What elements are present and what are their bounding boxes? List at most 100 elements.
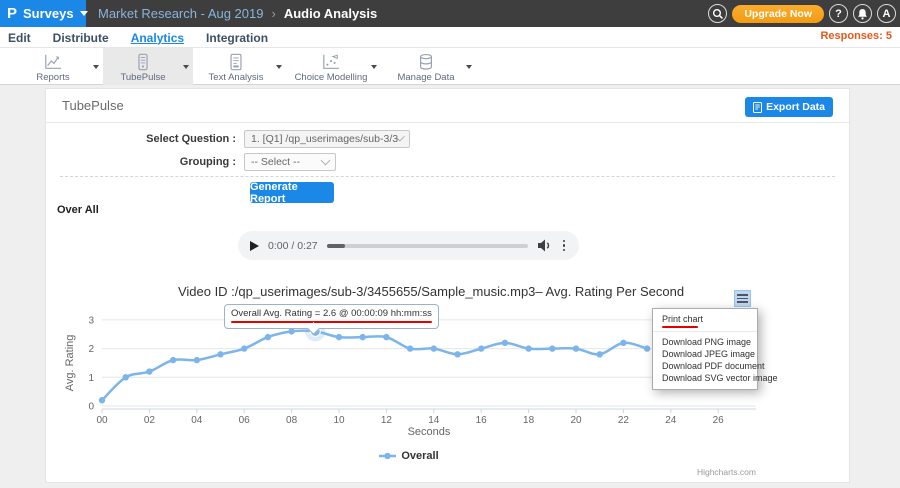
svg-text:06: 06 (239, 415, 251, 426)
bell-icon (857, 8, 868, 20)
chart-tooltip-text: Overall Avg. Rating = 2.6 @ 00:00:09 hh:… (231, 308, 432, 319)
tubepulse-panel: TubePulse Export Data Select Question : … (45, 88, 850, 483)
breadcrumb-separator: › (271, 6, 275, 21)
export-data-button[interactable]: Export Data (745, 97, 833, 117)
svg-text:14: 14 (428, 415, 440, 426)
toolbar-label: Text Analysis (209, 72, 264, 83)
svg-text:3: 3 (88, 315, 94, 326)
toolbar-item-choice-modelling[interactable]: Choice Modelling (291, 48, 381, 85)
toolbar-item-reports[interactable]: Reports (13, 48, 103, 85)
toolbar-item-manage-data[interactable]: Manage Data (386, 48, 476, 85)
caret-down-icon (276, 65, 282, 69)
database-icon (417, 53, 435, 71)
menu-item-analytics[interactable]: Analytics (131, 31, 184, 45)
search-button[interactable] (708, 4, 727, 23)
survey-menubar: Edit Distribute Analytics Integration Re… (0, 27, 900, 48)
menu-item-integration[interactable]: Integration (206, 31, 268, 45)
toolbar-item-tubepulse[interactable]: TubePulse (103, 48, 193, 85)
svg-text:18: 18 (523, 415, 535, 426)
play-button[interactable] (250, 241, 259, 251)
red-annotation-underline (231, 321, 432, 324)
highcharts-credits[interactable]: Highcharts.com (61, 467, 756, 477)
line-chart-icon (43, 53, 63, 71)
question-row: Select Question : 1. [Q1] /qp_userimages… (46, 130, 410, 148)
questionpro-logo-icon: P (7, 6, 17, 21)
svg-text:Avg. Rating: Avg. Rating (64, 335, 76, 392)
header-actions: Upgrade Now ? A (708, 0, 896, 27)
scatter-chart-icon (321, 53, 341, 71)
grouping-label: Grouping : (46, 153, 236, 171)
text-document-icon (227, 53, 245, 71)
svg-text:04: 04 (191, 415, 203, 426)
menu-item-distribute[interactable]: Distribute (53, 31, 109, 45)
top-header-bar: P Surveys Market Research - Aug 2019 › A… (0, 0, 900, 27)
responses-count-badge[interactable]: Responses: 5 (820, 30, 892, 42)
select-question-label: Select Question : (46, 130, 236, 148)
toolbar-label: Manage Data (397, 72, 454, 83)
svg-text:20: 20 (570, 415, 582, 426)
svg-text:10: 10 (333, 415, 345, 426)
svg-text:12: 12 (381, 415, 393, 426)
menu-divider (653, 331, 757, 332)
page-title: Audio Analysis (284, 6, 377, 21)
breadcrumb: Market Research - Aug 2019 › Audio Analy… (98, 0, 377, 27)
product-switcher[interactable]: P Surveys (0, 0, 86, 27)
context-menu-item[interactable]: Print chart (653, 313, 757, 325)
upgrade-now-button[interactable]: Upgrade Now (732, 5, 824, 23)
grouping-select[interactable]: -- Select -- (244, 153, 336, 171)
svg-text:Seconds: Seconds (408, 426, 451, 438)
chart-context-menu-button[interactable] (734, 290, 751, 307)
chevron-down-icon (321, 156, 331, 166)
svg-text:08: 08 (286, 415, 298, 426)
svg-text:02: 02 (144, 415, 156, 426)
product-label: Surveys (23, 6, 74, 21)
audio-player: 0:00 / 0:27 (238, 231, 579, 260)
svg-text:24: 24 (665, 415, 677, 426)
export-data-label: Export Data (766, 101, 825, 113)
generate-report-button[interactable]: Generate Report (250, 182, 334, 203)
player-time: 0:00 / 0:27 (268, 240, 318, 252)
form-divider (60, 176, 835, 177)
red-annotation-underline (662, 326, 698, 328)
caret-down-icon (371, 65, 377, 69)
app-window: P Surveys Market Research - Aug 2019 › A… (0, 0, 900, 488)
context-menu-item[interactable]: Download JPEG image (653, 348, 757, 360)
context-menu-item[interactable]: Download PDF document (653, 360, 757, 372)
menu-item-edit[interactable]: Edit (8, 31, 31, 45)
tubepulse-icon (134, 53, 152, 71)
context-menu-item[interactable]: Download SVG vector image (653, 372, 757, 384)
svg-text:1: 1 (88, 373, 94, 384)
toolbar-label: Reports (36, 72, 69, 83)
svg-text:26: 26 (713, 415, 725, 426)
search-icon (712, 8, 724, 20)
panel-header: TubePulse Export Data (46, 89, 849, 123)
panel-title: TubePulse (62, 98, 124, 113)
help-button[interactable]: ? (829, 4, 848, 23)
svg-text:16: 16 (476, 415, 488, 426)
export-file-icon (753, 102, 762, 113)
breadcrumb-survey-link[interactable]: Market Research - Aug 2019 (98, 6, 263, 21)
hamburger-icon (737, 294, 748, 296)
context-menu-item[interactable]: Download PNG image (653, 336, 757, 348)
question-select[interactable]: 1. [Q1] /qp_userimages/sub-3/3455655/S..… (244, 130, 410, 148)
svg-text:0: 0 (88, 402, 94, 413)
chart-export-menu: Print chart Download PNG imageDownload JP… (652, 308, 758, 390)
grouping-row: Grouping : -- Select -- (46, 153, 336, 171)
caret-down-icon (93, 65, 99, 69)
toolbar-item-text-analysis[interactable]: Text Analysis (196, 48, 286, 85)
analytics-toolbar: Reports TubePulse Text Analysis Choice M… (0, 48, 900, 85)
volume-icon[interactable] (537, 238, 552, 253)
caret-down-icon (466, 65, 472, 69)
svg-text:00: 00 (96, 415, 108, 426)
player-menu-button[interactable] (561, 238, 568, 254)
notifications-button[interactable] (853, 4, 872, 23)
question-select-value: 1. [Q1] /qp_userimages/sub-3/3455655/S..… (251, 133, 398, 145)
chart-tooltip: Overall Avg. Rating = 2.6 @ 00:00:09 hh:… (224, 304, 439, 329)
chevron-down-icon (80, 11, 88, 16)
account-avatar[interactable]: A (877, 4, 896, 23)
grouping-select-value: -- Select -- (251, 156, 300, 168)
caret-down-icon (183, 65, 189, 69)
seek-bar[interactable] (327, 244, 528, 248)
seek-bar-progress (327, 244, 345, 248)
toolbar-label: TubePulse (120, 72, 165, 83)
